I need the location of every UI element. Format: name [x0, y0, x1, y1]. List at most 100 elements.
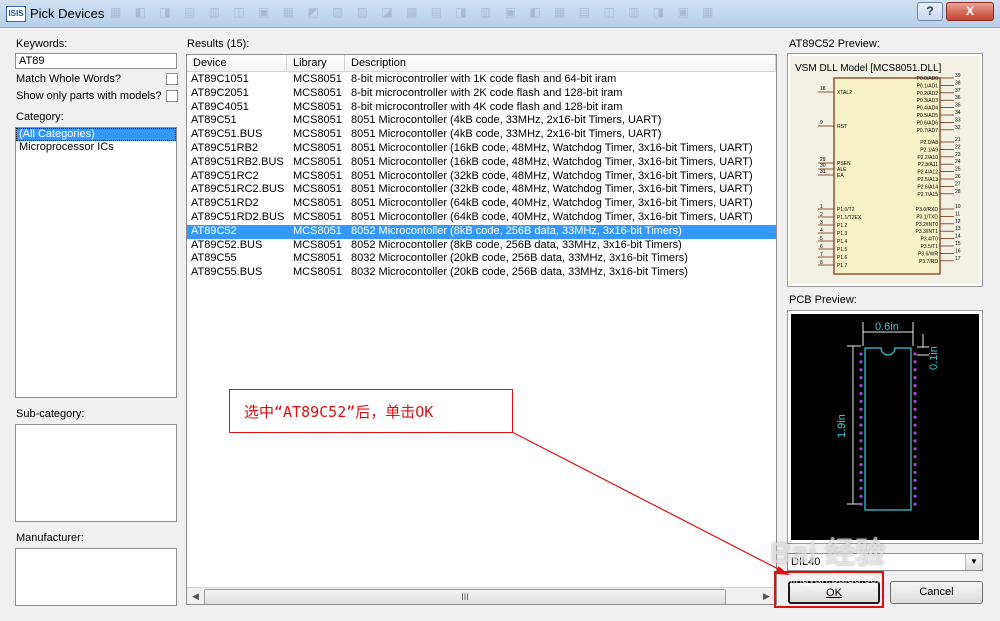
category-list[interactable]: (All Categories) Microprocessor ICs [15, 127, 177, 398]
scroll-thumb[interactable]: III [204, 589, 726, 604]
pcb-pad [859, 431, 863, 435]
pin-number: 21 [955, 137, 961, 143]
pin-number: 9 [820, 120, 823, 126]
pin-name: RST [837, 124, 847, 130]
pcb-pad [913, 423, 917, 427]
table-row[interactable]: AT89C51RC2 MCS8051 8051 Microcontoller (32… [187, 170, 776, 184]
pcb-pad [913, 384, 917, 388]
table-row[interactable]: AT89C52 MCS8051 8052 Microcontoller (8kB c… [187, 224, 776, 239]
pin-name: P1.5 [837, 247, 848, 253]
cell-library: MCS8051 [293, 86, 342, 99]
chevron-down-icon[interactable]: ▼ [965, 554, 982, 570]
pcb-pad [859, 486, 863, 490]
column-description[interactable]: Description [345, 55, 776, 71]
cell-library: MCS8051 [293, 128, 342, 141]
pcb-pad [859, 455, 863, 459]
pin-name: P2.6/A14 [917, 184, 938, 190]
background-toolbar-ghost: ▦ ◧ ◨ ▤ ▥ ◫ ▣ ▦ ◩ ▧ ▨ ◪ ▩ ▤ ◨ ▥ ▣ ◧ ▦ ▤ … [110, 5, 719, 19]
table-row[interactable]: AT89C51RD2.BUS MCS8051 8051 Microcontoller… [187, 211, 776, 225]
table-row[interactable]: AT89C2051 MCS8051 8-bit microcontroller wi… [187, 87, 776, 101]
cell-library: MCS8051 [293, 142, 342, 154]
cancel-button[interactable]: Cancel [890, 581, 983, 604]
cell-device: AT89C52.BUS [191, 238, 263, 251]
category-item[interactable]: (All Categories) [16, 128, 176, 141]
pcb-pad [859, 439, 863, 443]
cell-device: AT89C51RD2 [191, 197, 259, 210]
help-button[interactable]: ? [917, 2, 943, 21]
category-item[interactable]: Microprocessor ICs [16, 141, 176, 154]
manufacturer-label: Manufacturer: [16, 532, 84, 544]
pcb-preview: 0.6in 0.1in 1.9in [787, 310, 983, 544]
window-title: Pick Devices [30, 6, 105, 21]
pin-number: 6 [820, 244, 823, 250]
pcb-pad [913, 463, 917, 467]
table-row[interactable]: AT89C55 MCS8051 8032 Microcontoller (20kB … [187, 252, 776, 266]
table-row[interactable]: AT89C51RB2 MCS8051 8051 Microcontoller (16… [187, 142, 776, 156]
pcb-pad [913, 407, 917, 411]
pcb-pad [859, 494, 863, 498]
table-row[interactable]: AT89C51.BUS MCS8051 8051 Microcontoller (4… [187, 128, 776, 142]
results-label: Results (15): [187, 38, 250, 50]
pin-number: 16 [955, 248, 961, 254]
table-row[interactable]: AT89C51 MCS8051 8051 Microcontoller (4kB c… [187, 114, 776, 128]
pcb-pad [913, 478, 917, 482]
pin-number: 18 [820, 86, 826, 92]
column-library[interactable]: Library [287, 55, 345, 71]
scroll-right-icon[interactable]: ▶ [759, 589, 774, 604]
table-row[interactable]: AT89C51RB2.BUS MCS8051 8051 Microcontoller… [187, 156, 776, 170]
pcb-pad [913, 391, 917, 396]
table-row[interactable]: AT89C55.BUS MCS8051 8032 Microcontoller (2… [187, 266, 776, 280]
table-row[interactable]: AT89C4051 MCS8051 8-bit microcontroller wi… [187, 101, 776, 115]
subcategory-list[interactable] [15, 424, 177, 522]
pin-number: 34 [955, 110, 961, 116]
pin-number: 3 [820, 220, 823, 226]
table-row[interactable]: AT89C51RD2 MCS8051 8051 Microcontoller (64… [187, 197, 776, 211]
pin-name: P1.3 [837, 231, 848, 237]
pin-name: P1.1/T2EX [837, 215, 862, 221]
pin-number: 15 [955, 241, 961, 247]
table-row[interactable]: AT89C52.BUS MCS8051 8052 Microcontoller (8… [187, 239, 776, 253]
cell-library: MCS8051 [293, 211, 342, 223]
match-whole-words-label: Match Whole Words? [16, 73, 121, 85]
schematic-symbol: VSM DLL Model [MCS8051.DLL] 18XTAL29RST2… [795, 63, 961, 275]
pcb-pad [859, 415, 863, 419]
pin-number: 39 [955, 73, 961, 79]
manufacturer-list[interactable] [15, 548, 177, 606]
pin-name: P2.1/A9 [920, 147, 938, 153]
results-table[interactable]: Device Library Description AT89C1051 MCS8… [186, 54, 777, 605]
pin-name: P2.3/A11 [918, 162, 938, 168]
scroll-left-icon[interactable]: ◀ [188, 589, 203, 604]
close-button[interactable]: X [946, 2, 994, 21]
cell-description: 8052 Microcontoller (8kB code, 256B data… [351, 238, 682, 251]
cell-description: 8052 Microcontoller (8kB code, 256B data… [351, 224, 682, 237]
pcb-preview-label: PCB Preview: [789, 294, 857, 306]
pin-name: P0.1/AD1 [917, 83, 939, 89]
pin-number: 14 [955, 234, 961, 240]
title-bar: ISIS Pick Devices ▦ ◧ ◨ ▤ ▥ ◫ ▣ ▦ ◩ ▧ ▨ … [0, 0, 1000, 28]
cell-device: AT89C51 [191, 114, 237, 127]
schematic-preview: VSM DLL Model [MCS8051.DLL] 18 XTAL2 9 RST 2… [787, 53, 983, 287]
horizontal-scrollbar[interactable]: ◀ III ▶ [187, 587, 776, 604]
pin-number: 33 [955, 117, 961, 123]
table-row[interactable]: AT89C51RC2.BUS MCS8051 8051 Microcontoller… [187, 183, 776, 197]
pcb-pad [859, 423, 863, 427]
pcb-footprint: 0.6in 0.1in 1.9in [836, 321, 940, 511]
pin-name: P1.2 [837, 223, 848, 229]
pin-number: 17 [955, 256, 961, 262]
subcategory-label: Sub-category: [16, 408, 85, 420]
annotation-highlight [774, 571, 884, 608]
column-device[interactable]: Device [187, 55, 287, 71]
cell-device: AT89C51RD2.BUS [191, 211, 285, 223]
keywords-input[interactable] [15, 53, 177, 69]
show-only-models-checkbox[interactable] [166, 90, 178, 102]
match-whole-words-checkbox[interactable] [166, 73, 178, 85]
cell-library: MCS8051 [293, 100, 342, 113]
cell-description: 8051 Microcontoller (32kB code, 48MHz, W… [351, 169, 753, 182]
pin-name: P0.5/AD5 [917, 113, 939, 119]
table-row[interactable]: AT89C1051 MCS8051 8-bit microcontroller wi… [187, 73, 776, 87]
cell-device: AT89C51RC2.BUS [191, 183, 285, 196]
cell-description: 8051 Microcontoller (4kB code, 33MHz, 2x… [351, 128, 662, 141]
pcb-pad [913, 431, 917, 435]
pin-name: P0.3/AD3 [917, 98, 939, 104]
cell-library: MCS8051 [293, 155, 342, 168]
